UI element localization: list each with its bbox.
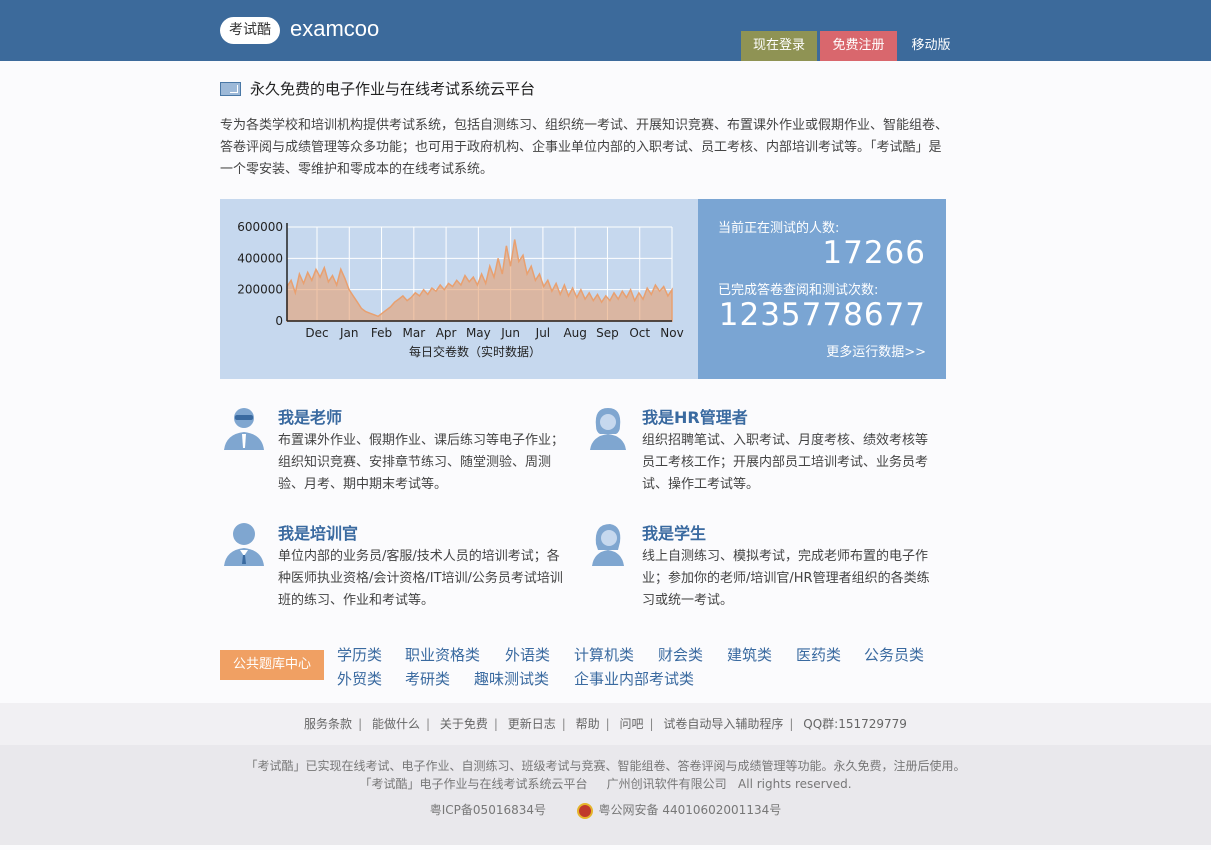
top-header: 考试酷 examcoo 现在登录 免费注册 移动版 (0, 0, 1211, 61)
category-link[interactable]: 职业资格类 (405, 644, 480, 665)
category-link[interactable]: 计算机类 (574, 644, 634, 665)
footer-platform-name: 「考试酷」电子作业与在线考试系统云平台 (359, 777, 588, 791)
daily-submissions-chart: 0 200000 400000 600000 Dec Jan Feb Mar Apr May Jun… (237, 220, 684, 359)
current-testers-label: 当前正在测试的人数: (718, 221, 840, 236)
x-tick-label: Jan (339, 326, 359, 340)
x-axis-label: 每日交卷数（实时数据） (409, 344, 541, 359)
x-tick-label: Jul (535, 326, 550, 340)
footer-main: 「考试酷」已实现在线考试、电子作业、自测练习、班级考试与竞赛、智能组卷、答卷评阅… (0, 745, 1211, 845)
intro-description: 专为各类学校和培训机构提供考试系统，包括自测练习、组织统一考试、开展知识竞赛、布… (220, 118, 949, 177)
x-tick-label: Oct (629, 326, 650, 340)
footer-rights: All rights reserved. (738, 777, 852, 791)
y-tick-label: 400000 (237, 251, 283, 265)
total-tests-label: 已完成答卷查阅和测试次数: (718, 283, 879, 298)
x-tick-label: Mar (402, 326, 425, 340)
series-area (286, 239, 673, 322)
footer-company: 广州创讯软件有限公司 (606, 777, 727, 791)
public-question-bank-button[interactable]: 公共题库中心 (220, 650, 324, 680)
current-testers-value: 17266 (822, 235, 926, 271)
category-link[interactable]: 企事业内部考试类 (574, 668, 694, 689)
category-link[interactable]: 财会类 (658, 644, 703, 665)
category-link[interactable]: 医药类 (796, 644, 841, 665)
y-tick-label: 0 (275, 314, 283, 328)
footer-link[interactable]: 能做什么 (372, 717, 420, 731)
x-tick-label: Jun (500, 326, 520, 340)
more-stats-link[interactable]: 更多运行数据>> (826, 341, 926, 360)
category-link[interactable]: 考研类 (405, 668, 450, 689)
footer-link[interactable]: 试卷自动导入辅助程序 (663, 717, 783, 731)
category-link[interactable]: 外语类 (505, 644, 550, 665)
footer-line-2: 「考试酷」电子作业与在线考试系统云平台 广州创讯软件有限公司 All right… (0, 775, 1211, 792)
footer-line-1: 「考试酷」已实现在线考试、电子作业、自测练习、班级考试与竞赛、智能组卷、答卷评阅… (245, 759, 966, 773)
hr-manager-icon (590, 408, 626, 450)
police-badge-icon (576, 802, 593, 819)
y-tick-label: 200000 (237, 283, 283, 297)
role-description: 线上自测练习、模拟考试，完成老师布置的电子作业；参加你的老师/培训官/HR管理者… (642, 549, 930, 608)
x-tick-label: Aug (563, 326, 586, 340)
role-title[interactable]: 我是培训官 (278, 520, 358, 544)
footer-line-3: 粤ICP备05016834号 粤公网安备 44010602001134号 (0, 801, 1211, 819)
footer-link[interactable]: 服务条款 (304, 717, 352, 731)
footer-link[interactable]: 帮助 (576, 717, 600, 731)
role-title[interactable]: 我是学生 (642, 520, 706, 544)
police-record-link[interactable]: 粤公网安备 44010602001134号 (599, 803, 782, 817)
category-link[interactable]: 趣味测试类 (474, 668, 549, 689)
footer-link[interactable]: 更新日志 (508, 717, 556, 731)
register-button[interactable]: 免费注册 (820, 31, 897, 61)
stats-panel: 当前正在测试的人数: 17266 已完成答卷查阅和测试次数: 123577867… (698, 199, 946, 379)
x-tick-label: Feb (371, 326, 392, 340)
trainer-icon (224, 523, 264, 566)
x-tick-label: Dec (305, 326, 328, 340)
stats-block: 0 200000 400000 600000 Dec Jan Feb Mar Apr May Jun… (220, 199, 946, 379)
role-title[interactable]: 我是HR管理者 (642, 404, 748, 428)
icp-link[interactable]: 粤ICP备05016834号 (430, 803, 546, 817)
category-link[interactable]: 学历类 (337, 644, 382, 665)
chart-panel: 0 200000 400000 600000 Dec Jan Feb Mar Apr May Jun… (220, 199, 698, 379)
role-title[interactable]: 我是老师 (278, 404, 342, 428)
monitor-icon (220, 82, 241, 96)
footer-link[interactable]: 问吧 (620, 717, 644, 731)
footer-link[interactable]: 关于免费 (440, 717, 488, 731)
footer-link[interactable]: QQ群:151729779 (803, 717, 907, 731)
intro-title: 永久免费的电子作业与在线考试系统云平台 (250, 80, 536, 98)
x-tick-label: Sep (596, 326, 619, 340)
category-link[interactable]: 建筑类 (727, 644, 772, 665)
x-tick-label: Nov (660, 326, 683, 340)
x-tick-label: May (466, 326, 491, 340)
login-button[interactable]: 现在登录 (741, 31, 817, 61)
total-tests-value: 1235778677 (718, 297, 926, 333)
x-tick-label: Apr (436, 326, 457, 340)
footer-links: 服务条款 | 能做什么 | 关于免费 | 更新日志 | 帮助 | 问吧 | 试卷自动导入辅助… (0, 703, 1211, 745)
role-description: 布置课外作业、假期作业、课后练习等电子作业；组织知识竞赛、安排章节练习、随堂测验… (278, 433, 565, 492)
student-icon (592, 524, 624, 566)
role-description: 组织招聘笔试、入职考试、月度考核、绩效考核等员工考核工作；开展内部员工培训考试、… (642, 433, 929, 492)
logo-badge[interactable]: 考试酷 (220, 17, 280, 44)
logo-text[interactable]: examcoo (290, 16, 379, 42)
role-description: 单位内部的业务员/客服/技术人员的培训考试；各种医师执业资格/会计资格/IT培训… (278, 549, 563, 608)
mobile-version-link[interactable]: 移动版 (902, 31, 960, 61)
category-link[interactable]: 外贸类 (337, 668, 382, 689)
teacher-icon (224, 408, 264, 450)
y-tick-label: 600000 (237, 220, 283, 234)
category-link[interactable]: 公务员类 (864, 644, 924, 665)
